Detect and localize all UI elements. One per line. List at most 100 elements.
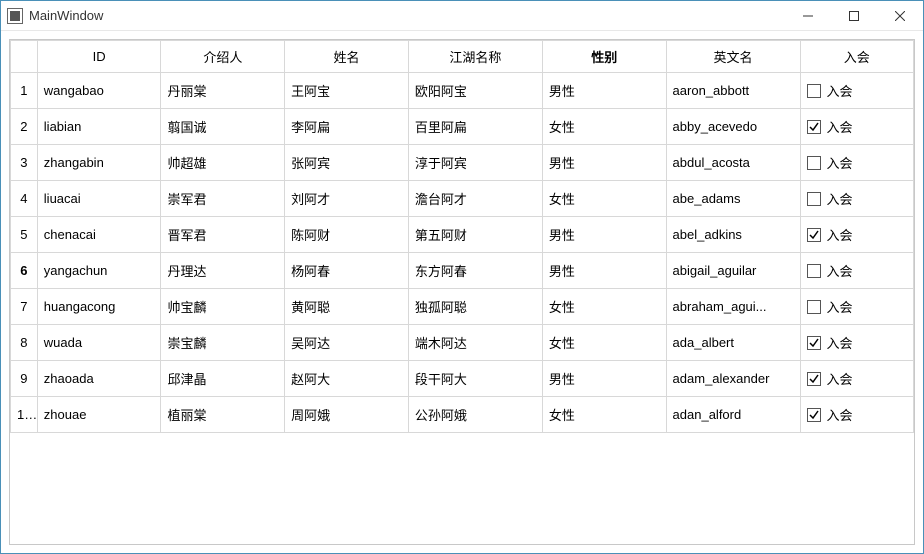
cell-nick[interactable]: 东方阿春 <box>408 253 542 289</box>
row-number[interactable]: 3 <box>11 145 38 181</box>
cell-gender[interactable]: 女性 <box>542 289 666 325</box>
cell-join[interactable]: 入会 <box>800 217 913 253</box>
cell-english[interactable]: abby_acevedo <box>666 109 800 145</box>
row-number[interactable]: 2 <box>11 109 38 145</box>
cell-id[interactable]: liuacai <box>37 181 161 217</box>
table-row[interactable]: 7huangacong帅宝麟黄阿聪独孤阿聪女性abraham_agui...入会 <box>11 289 914 325</box>
table-row[interactable]: 5chenacai晋军君陈阿财第五阿财男性abel_adkins入会 <box>11 217 914 253</box>
cell-id[interactable]: wuada <box>37 325 161 361</box>
cell-referrer[interactable]: 丹丽棠 <box>161 73 285 109</box>
join-checkbox[interactable] <box>807 228 821 242</box>
cell-nick[interactable]: 百里阿扁 <box>408 109 542 145</box>
table-row[interactable]: 6yangachun丹理达杨阿春东方阿春男性abigail_aguilar入会 <box>11 253 914 289</box>
cell-english[interactable]: abel_adkins <box>666 217 800 253</box>
header-referrer[interactable]: 介绍人 <box>161 41 285 73</box>
cell-gender[interactable]: 女性 <box>542 109 666 145</box>
cell-name[interactable]: 李阿扁 <box>285 109 409 145</box>
row-number[interactable]: 5 <box>11 217 38 253</box>
cell-join[interactable]: 入会 <box>800 325 913 361</box>
cell-english[interactable]: abe_adams <box>666 181 800 217</box>
cell-nick[interactable]: 澹台阿才 <box>408 181 542 217</box>
header-name[interactable]: 姓名 <box>285 41 409 73</box>
cell-gender[interactable]: 女性 <box>542 325 666 361</box>
close-button[interactable] <box>877 1 923 31</box>
header-rownum[interactable] <box>11 41 38 73</box>
join-checkbox[interactable] <box>807 156 821 170</box>
cell-gender[interactable]: 男性 <box>542 217 666 253</box>
row-number[interactable]: 1 <box>11 73 38 109</box>
cell-name[interactable]: 吴阿达 <box>285 325 409 361</box>
table-row[interactable]: 10zhouae植丽棠周阿娥公孙阿娥女性adan_alford入会 <box>11 397 914 433</box>
row-number[interactable]: 4 <box>11 181 38 217</box>
row-number[interactable]: 7 <box>11 289 38 325</box>
cell-nick[interactable]: 第五阿财 <box>408 217 542 253</box>
cell-name[interactable]: 黄阿聪 <box>285 289 409 325</box>
row-number[interactable]: 8 <box>11 325 38 361</box>
cell-gender[interactable]: 女性 <box>542 397 666 433</box>
cell-name[interactable]: 赵阿大 <box>285 361 409 397</box>
cell-english[interactable]: aaron_abbott <box>666 73 800 109</box>
table-row[interactable]: 8wuada崇宝麟吴阿达端木阿达女性ada_albert入会 <box>11 325 914 361</box>
join-checkbox[interactable] <box>807 264 821 278</box>
cell-english[interactable]: adam_alexander <box>666 361 800 397</box>
join-checkbox[interactable] <box>807 372 821 386</box>
header-gender[interactable]: 性别 <box>542 41 666 73</box>
cell-id[interactable]: zhangabin <box>37 145 161 181</box>
cell-name[interactable]: 杨阿春 <box>285 253 409 289</box>
header-nick[interactable]: 江湖名称 <box>408 41 542 73</box>
cell-join[interactable]: 入会 <box>800 181 913 217</box>
cell-join[interactable]: 入会 <box>800 397 913 433</box>
cell-join[interactable]: 入会 <box>800 109 913 145</box>
cell-name[interactable]: 王阿宝 <box>285 73 409 109</box>
join-checkbox[interactable] <box>807 192 821 206</box>
cell-id[interactable]: liabian <box>37 109 161 145</box>
cell-gender[interactable]: 男性 <box>542 253 666 289</box>
cell-id[interactable]: yangachun <box>37 253 161 289</box>
header-id[interactable]: ID <box>37 41 161 73</box>
cell-gender[interactable]: 男性 <box>542 361 666 397</box>
cell-referrer[interactable]: 帅宝麟 <box>161 289 285 325</box>
cell-referrer[interactable]: 邱津晶 <box>161 361 285 397</box>
cell-gender[interactable]: 男性 <box>542 145 666 181</box>
cell-id[interactable]: wangabao <box>37 73 161 109</box>
cell-english[interactable]: abraham_agui... <box>666 289 800 325</box>
cell-english[interactable]: abdul_acosta <box>666 145 800 181</box>
table-row[interactable]: 3zhangabin帅超雄张阿宾淳于阿宾男性abdul_acosta入会 <box>11 145 914 181</box>
cell-join[interactable]: 入会 <box>800 361 913 397</box>
cell-gender[interactable]: 女性 <box>542 181 666 217</box>
header-english[interactable]: 英文名 <box>666 41 800 73</box>
cell-name[interactable]: 张阿宾 <box>285 145 409 181</box>
cell-english[interactable]: abigail_aguilar <box>666 253 800 289</box>
cell-name[interactable]: 周阿娥 <box>285 397 409 433</box>
table-row[interactable]: 2liabian翦国诚李阿扁百里阿扁女性abby_acevedo入会 <box>11 109 914 145</box>
cell-referrer[interactable]: 晋军君 <box>161 217 285 253</box>
cell-join[interactable]: 入会 <box>800 253 913 289</box>
table-row[interactable]: 4liuacai崇军君刘阿才澹台阿才女性abe_adams入会 <box>11 181 914 217</box>
join-checkbox[interactable] <box>807 408 821 422</box>
table-row[interactable]: 9zhaoada邱津晶赵阿大段干阿大男性adam_alexander入会 <box>11 361 914 397</box>
cell-referrer[interactable]: 崇宝麟 <box>161 325 285 361</box>
cell-nick[interactable]: 公孙阿娥 <box>408 397 542 433</box>
cell-nick[interactable]: 独孤阿聪 <box>408 289 542 325</box>
cell-referrer[interactable]: 翦国诚 <box>161 109 285 145</box>
join-checkbox[interactable] <box>807 120 821 134</box>
join-checkbox[interactable] <box>807 336 821 350</box>
cell-nick[interactable]: 淳于阿宾 <box>408 145 542 181</box>
row-number[interactable]: 9 <box>11 361 38 397</box>
cell-name[interactable]: 陈阿财 <box>285 217 409 253</box>
cell-nick[interactable]: 欧阳阿宝 <box>408 73 542 109</box>
minimize-button[interactable] <box>785 1 831 31</box>
header-join[interactable]: 入会 <box>800 41 913 73</box>
row-number[interactable]: 10 <box>11 397 38 433</box>
cell-join[interactable]: 入会 <box>800 73 913 109</box>
join-checkbox[interactable] <box>807 84 821 98</box>
cell-id[interactable]: huangacong <box>37 289 161 325</box>
cell-join[interactable]: 入会 <box>800 145 913 181</box>
cell-nick[interactable]: 段干阿大 <box>408 361 542 397</box>
cell-english[interactable]: ada_albert <box>666 325 800 361</box>
cell-join[interactable]: 入会 <box>800 289 913 325</box>
cell-referrer[interactable]: 崇军君 <box>161 181 285 217</box>
cell-referrer[interactable]: 丹理达 <box>161 253 285 289</box>
join-checkbox[interactable] <box>807 300 821 314</box>
cell-referrer[interactable]: 帅超雄 <box>161 145 285 181</box>
